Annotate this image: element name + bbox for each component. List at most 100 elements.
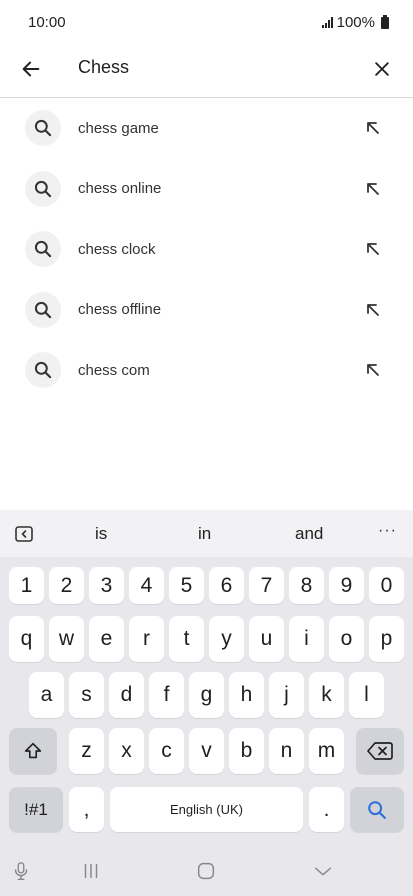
back-nav-button[interactable] — [312, 860, 334, 882]
suggestion-label: chess com — [78, 361, 150, 379]
key-5[interactable]: 5 — [169, 567, 204, 604]
keyboard: is in and ··· 1 2 3 4 5 6 7 8 9 0 q w e … — [0, 510, 413, 896]
suggestion-label: chess clock — [78, 240, 156, 258]
search-icon — [25, 352, 61, 389]
key-p[interactable]: p — [369, 616, 404, 662]
key-j[interactable]: j — [269, 672, 304, 718]
search-icon — [25, 291, 61, 328]
more-options-button[interactable]: ··· — [378, 522, 397, 540]
backspace-key[interactable] — [356, 728, 404, 774]
arrow-up-left-icon — [367, 243, 379, 256]
key-v[interactable]: v — [189, 728, 224, 774]
suggestion-item[interactable]: chess game — [0, 98, 413, 159]
suggestion-item[interactable]: chess offline — [0, 280, 413, 341]
key-w[interactable]: w — [49, 616, 84, 662]
clear-search-button[interactable] — [367, 54, 397, 84]
space-key[interactable]: English (UK) — [110, 787, 303, 832]
key-z[interactable]: z — [69, 728, 104, 774]
key-h[interactable]: h — [229, 672, 264, 718]
navigation-bar — [0, 848, 413, 896]
search-icon — [25, 170, 61, 207]
suggestion-list: chess game chess online chess clock ches… — [0, 98, 413, 401]
prediction-1[interactable]: is — [95, 524, 107, 544]
suggestion-label: chess online — [78, 180, 162, 198]
microphone-icon — [14, 862, 28, 880]
key-e[interactable]: e — [89, 616, 124, 662]
arrow-left-icon — [22, 61, 40, 77]
comma-key[interactable]: , — [69, 787, 104, 832]
key-9[interactable]: 9 — [329, 567, 364, 604]
shift-key[interactable] — [9, 728, 57, 774]
key-f[interactable]: f — [149, 672, 184, 718]
signal-icon — [321, 17, 333, 28]
close-icon — [375, 62, 389, 76]
key-x[interactable]: x — [109, 728, 144, 774]
key-8[interactable]: 8 — [289, 567, 324, 604]
battery-percent: 100% — [336, 14, 375, 31]
key-y[interactable]: y — [209, 616, 244, 662]
arrow-up-left-icon — [367, 303, 379, 316]
key-b[interactable]: b — [229, 728, 264, 774]
key-u[interactable]: u — [249, 616, 284, 662]
fill-query-button[interactable] — [361, 237, 385, 261]
key-m[interactable]: m — [309, 728, 344, 774]
key-6[interactable]: 6 — [209, 567, 244, 604]
recent-apps-button[interactable] — [80, 860, 102, 882]
key-1[interactable]: 1 — [9, 567, 44, 604]
status-indicators: 100% — [321, 14, 389, 31]
key-g[interactable]: g — [189, 672, 224, 718]
key-o[interactable]: o — [329, 616, 364, 662]
search-header: Chess — [0, 44, 413, 98]
key-t[interactable]: t — [169, 616, 204, 662]
period-key[interactable]: . — [309, 787, 344, 832]
arrow-up-left-icon — [367, 364, 379, 377]
key-7[interactable]: 7 — [249, 567, 284, 604]
fill-query-button[interactable] — [361, 358, 385, 382]
backspace-icon — [367, 742, 393, 760]
key-2[interactable]: 2 — [49, 567, 84, 604]
arrow-up-left-icon — [367, 182, 379, 195]
key-n[interactable]: n — [269, 728, 304, 774]
key-0[interactable]: 0 — [369, 567, 404, 604]
key-a[interactable]: a — [29, 672, 64, 718]
keyboard-collapse-button[interactable] — [14, 525, 34, 543]
back-button[interactable] — [16, 54, 46, 84]
recents-icon — [84, 863, 98, 879]
home-button[interactable] — [195, 860, 217, 882]
status-bar: 10:00 100% — [0, 0, 413, 44]
symbols-key[interactable]: !#1 — [9, 787, 63, 832]
fill-query-button[interactable] — [361, 116, 385, 140]
suggestion-label: chess game — [78, 119, 159, 137]
key-i[interactable]: i — [289, 616, 324, 662]
search-key[interactable] — [350, 787, 404, 832]
key-q[interactable]: q — [9, 616, 44, 662]
key-r[interactable]: r — [129, 616, 164, 662]
shift-arrow-icon — [24, 742, 42, 759]
key-4[interactable]: 4 — [129, 567, 164, 604]
battery-icon — [381, 14, 389, 29]
prediction-3[interactable]: and — [295, 524, 323, 544]
search-icon — [25, 110, 61, 147]
suggestion-item[interactable]: chess clock — [0, 219, 413, 280]
suggestion-item[interactable]: chess com — [0, 340, 413, 401]
search-icon — [25, 231, 61, 268]
voice-input-button[interactable] — [10, 860, 32, 882]
status-time: 10:00 — [28, 14, 66, 31]
arrow-up-left-icon — [367, 122, 379, 135]
key-c[interactable]: c — [149, 728, 184, 774]
key-d[interactable]: d — [109, 672, 144, 718]
fill-query-button[interactable] — [361, 298, 385, 322]
chevron-down-icon — [314, 867, 332, 876]
prediction-2[interactable]: in — [198, 524, 211, 544]
keyboard-hide-icon — [15, 526, 33, 542]
key-k[interactable]: k — [309, 672, 344, 718]
keyboard-suggestion-bar: is in and ··· — [0, 510, 413, 557]
search-input[interactable]: Chess — [78, 57, 129, 78]
key-3[interactable]: 3 — [89, 567, 124, 604]
search-icon — [368, 800, 386, 819]
key-s[interactable]: s — [69, 672, 104, 718]
fill-query-button[interactable] — [361, 177, 385, 201]
suggestion-label: chess offline — [78, 301, 162, 319]
key-l[interactable]: l — [349, 672, 384, 718]
suggestion-item[interactable]: chess online — [0, 159, 413, 220]
